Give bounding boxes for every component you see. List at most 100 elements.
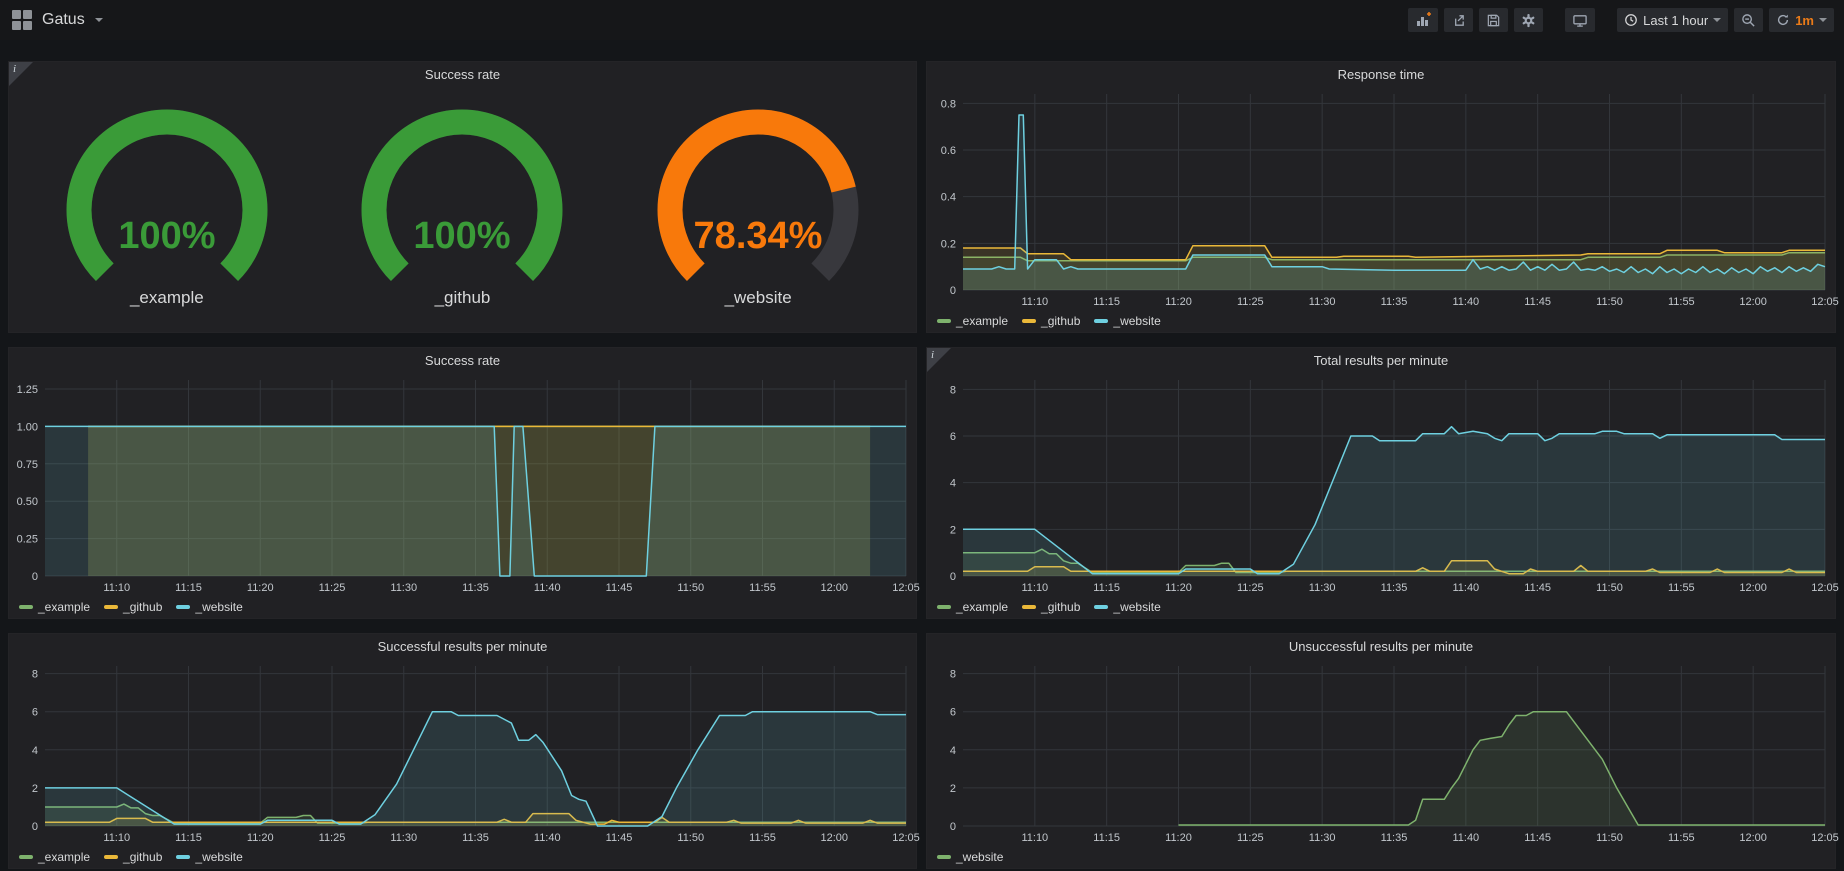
y-tick-label: 8 [950, 669, 956, 681]
legend-swatch [176, 605, 190, 609]
x-tick-label: 12:00 [820, 832, 848, 844]
chevron-down-icon[interactable] [95, 18, 103, 22]
share-button[interactable] [1444, 8, 1473, 32]
panel-title[interactable]: Response time [927, 62, 1835, 88]
legend-swatch [176, 855, 190, 859]
chart-success-rate[interactable]: 00.250.500.751.001.2511:1011:1511:2011:2… [9, 374, 916, 596]
legend-swatch [1094, 605, 1108, 609]
x-tick-label: 12:00 [1739, 582, 1767, 594]
x-tick-label: 11:40 [1452, 296, 1479, 308]
y-tick-label: 2 [950, 524, 956, 536]
zoom-out-icon [1741, 13, 1756, 28]
navbar: Gatus [0, 0, 1844, 40]
legend-label: _example [956, 600, 1008, 614]
x-tick-label: 11:35 [1381, 832, 1408, 844]
y-tick-label: 1.00 [17, 421, 38, 433]
time-range-button[interactable]: Last 1 hour [1617, 8, 1728, 32]
gauge-arc: 100% [42, 106, 292, 288]
y-tick-label: 0 [32, 571, 38, 583]
legend-item-_website[interactable]: _website [1094, 314, 1160, 328]
tv-mode-button[interactable] [1565, 8, 1595, 32]
legend-item-_example[interactable]: _example [937, 600, 1008, 614]
legend-swatch [104, 605, 118, 609]
refresh-button[interactable]: 1m [1769, 8, 1834, 32]
series-area-_website [45, 426, 906, 576]
x-tick-label: 11:50 [677, 832, 704, 844]
gauge-value: 100% [118, 215, 215, 257]
legend-label: _example [956, 314, 1008, 328]
legend-item-_github[interactable]: _github [1022, 600, 1080, 614]
y-tick-label: 1.25 [17, 384, 38, 396]
y-tick-label: 0.25 [17, 534, 38, 546]
x-tick-label: 11:55 [749, 582, 776, 594]
legend-swatch [19, 855, 33, 859]
y-tick-label: 4 [950, 478, 956, 490]
add-panel-button[interactable] [1408, 8, 1438, 32]
x-tick-label: 11:20 [1165, 832, 1192, 844]
panel-title[interactable]: Success rate [9, 62, 916, 88]
refresh-icon [1776, 13, 1790, 27]
legend-item-_website[interactable]: _website [937, 850, 1003, 864]
legend-swatch [937, 605, 951, 609]
x-tick-label: 11:45 [1524, 296, 1551, 308]
y-tick-label: 8 [950, 384, 956, 396]
x-tick-label: 11:10 [1021, 832, 1048, 844]
x-tick-label: 11:45 [606, 832, 633, 844]
dashboards-grid-icon[interactable] [12, 10, 32, 30]
gauge-row: 100% _example 100%_github78.34%_website [9, 88, 916, 332]
chart-response-time[interactable]: 00.20.40.60.811:1011:1511:2011:2511:3011… [927, 88, 1835, 310]
gauge-_github: 100%_github [337, 106, 587, 308]
chart-unsuccessful-results[interactable]: 0246811:1011:1511:2011:2511:3011:3511:40… [927, 660, 1835, 846]
x-tick-label: 11:25 [319, 832, 346, 844]
x-tick-label: 11:55 [1668, 582, 1695, 594]
legend-item-_website[interactable]: _website [1094, 600, 1160, 614]
panel-title[interactable]: Total results per minute [927, 348, 1835, 374]
y-tick-label: 6 [950, 431, 956, 443]
x-tick-label: 12:05 [892, 582, 920, 594]
x-tick-label: 11:20 [1165, 296, 1192, 308]
legend: _example _github _website [927, 310, 1835, 332]
legend-item-_example[interactable]: _example [19, 850, 90, 864]
legend-label: _github [123, 600, 162, 614]
legend-swatch [937, 319, 951, 323]
x-tick-label: 11:10 [1021, 582, 1048, 594]
legend-item-_github[interactable]: _github [1022, 314, 1080, 328]
x-tick-label: 11:35 [1381, 582, 1408, 594]
gauge-arc: 100% [337, 106, 587, 288]
legend-item-_website[interactable]: _website [176, 600, 242, 614]
save-button[interactable] [1479, 8, 1508, 32]
gauge-_website: 78.34%_website [633, 106, 883, 308]
chart-total-results[interactable]: 0246811:1011:1511:2011:2511:3011:3511:40… [927, 374, 1835, 596]
chart-successful-results[interactable]: 0246811:1011:1511:2011:2511:3011:3511:40… [9, 660, 916, 846]
panel-total-results: i Total results per minute 0246811:1011:… [926, 347, 1836, 619]
y-tick-label: 0.2 [941, 238, 956, 250]
y-tick-label: 0 [950, 285, 956, 297]
legend: _example _github _website [9, 846, 916, 868]
legend-swatch [937, 855, 951, 859]
dashboard-title[interactable]: Gatus [42, 11, 85, 29]
chevron-down-icon [1713, 18, 1721, 22]
y-tick-label: 6 [32, 707, 38, 719]
panel-title[interactable]: Success rate [9, 348, 916, 374]
legend-item-_example[interactable]: _example [19, 600, 90, 614]
legend-label: _github [1041, 314, 1080, 328]
legend-item-_website[interactable]: _website [176, 850, 242, 864]
gear-icon [1521, 13, 1536, 28]
x-tick-label: 11:15 [175, 832, 202, 844]
add-panel-icon [1415, 12, 1431, 28]
y-tick-label: 0.6 [941, 145, 956, 157]
gauge-label: _example [130, 288, 204, 308]
panel-title[interactable]: Unsuccessful results per minute [927, 634, 1835, 660]
gauge-label: _website [725, 288, 792, 308]
legend-item-_example[interactable]: _example [937, 314, 1008, 328]
panel-info-icon[interactable]: i [927, 348, 951, 372]
x-tick-label: 11:25 [1237, 296, 1264, 308]
panel-title[interactable]: Successful results per minute [9, 634, 916, 660]
settings-button[interactable] [1514, 8, 1543, 32]
y-tick-label: 0.4 [941, 192, 956, 204]
legend-item-_github[interactable]: _github [104, 600, 162, 614]
legend-item-_github[interactable]: _github [104, 850, 162, 864]
x-tick-label: 11:25 [1237, 832, 1264, 844]
zoom-out-button[interactable] [1734, 8, 1763, 32]
panel-info-icon[interactable]: i [9, 62, 33, 86]
